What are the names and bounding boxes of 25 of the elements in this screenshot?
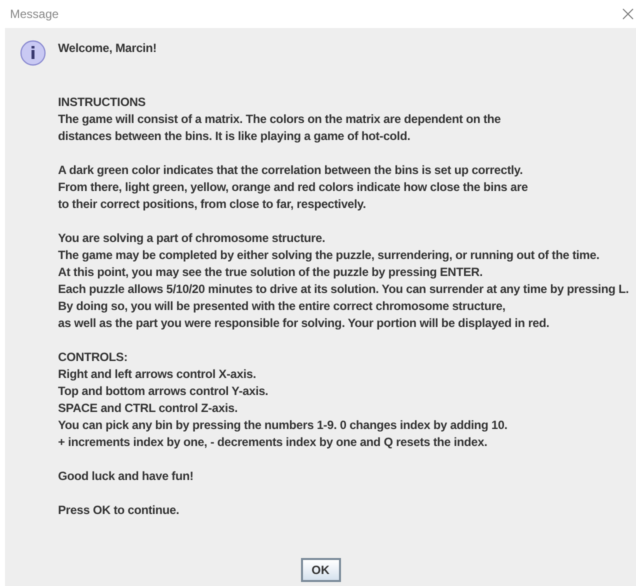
text-line: By doing so, you will be presented with the entire correct chromosome structure, [58,298,506,315]
text-line: to their correct positions, from close to far, respectively. [58,196,367,213]
close-icon[interactable] [622,8,634,20]
text-line: Right and left arrows control X-axis. [58,366,257,383]
text-line: SPACE and CTRL control Z-axis. [58,400,239,417]
info-icon [18,39,46,67]
text-line: A dark green color indicates that the correlation between the bins is set up correctly. [58,162,524,179]
text-line: Good luck and have fun! [58,468,194,485]
text-line: You are solving a part of chromosome structure. [58,230,326,247]
text-line: Press OK to continue. [58,502,180,519]
text-line: as well as the part you were responsible for solving. Your portion will be displayed in red. [58,315,550,332]
text-line: distances between the bins. It is like playing a game of hot-cold. [58,128,412,145]
text-line: From there, light green, yellow, orange and red colors indicate how close the bins are [58,179,529,196]
window-title: Message [10,6,59,23]
ok-button[interactable]: OK [300,558,340,582]
greeting-text: Welcome, Marcin! [58,40,158,57]
text-line: At this point, you may see the true solution of the puzzle by pressing ENTER. [58,264,484,281]
text-line: INSTRUCTIONS [58,94,147,111]
text-line: You can pick any bin by pressing the numbers 1-9. 0 changes index by adding 10. [58,417,508,434]
text-line: The game will consist of a matrix. The colors on the matrix are dependent on the [58,111,502,128]
text-line: + increments index by one, - decrements index by one and Q resets the index. [58,434,488,451]
text-line: Each puzzle allows 5/10/20 minutes to drive at its solution. You can surrender at any time by pressing L. [58,281,629,298]
text-line: CONTROLS: [58,349,129,366]
text-line: Top and bottom arrows control Y-axis. [58,383,270,400]
text-line: The game may be completed by either solving the puzzle, surrendering, or running out of the time. [58,247,600,264]
